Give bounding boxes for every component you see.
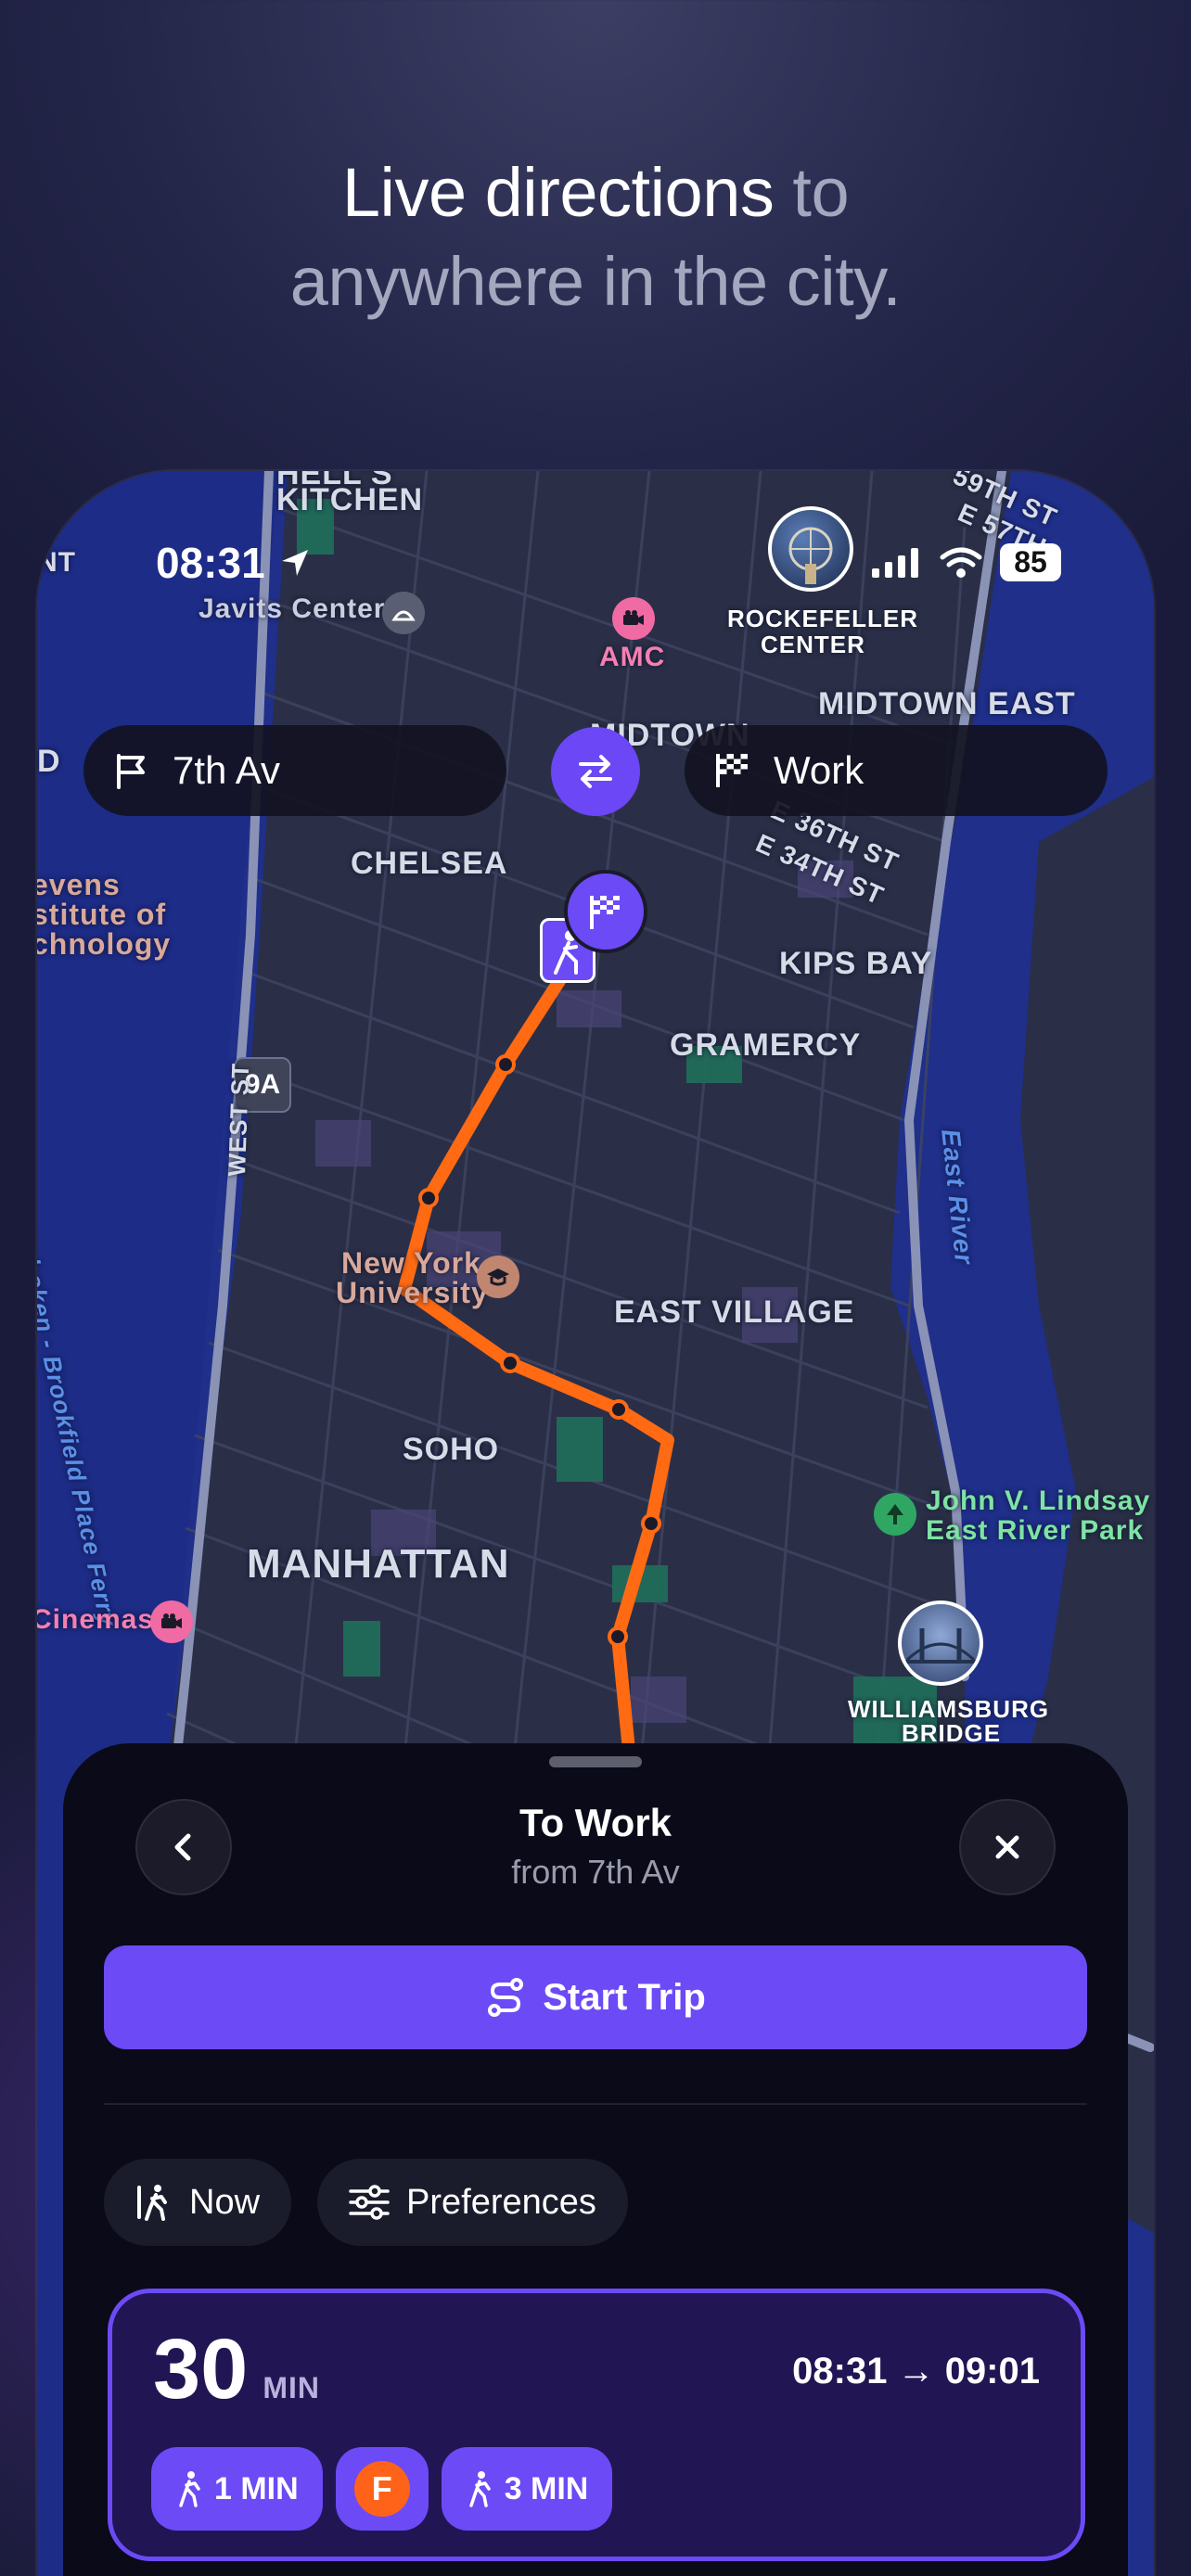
williamsburg-bridge-icon [898,1600,983,1686]
duration-unit: MIN [263,2371,320,2404]
walk-leg-label: 1 MIN [214,2470,299,2506]
map-label-amc: AMC [599,642,666,672]
checkered-flag-icon [716,754,748,787]
close-icon [995,1835,1019,1859]
location-arrow-icon [281,550,308,576]
map-label-stevens: chnology [37,927,172,961]
route-sheet: To Work from 7th Av Start Trip Now Prefe… [63,1743,1128,2576]
clock: 08:31 [156,539,265,587]
start-trip-button[interactable]: Start Trip [104,1945,1087,2049]
preferences-chip[interactable]: Preferences [317,2159,628,2246]
walk-leg-label: 3 MIN [504,2470,589,2506]
map-label-chelsea: CHELSEA [351,846,508,881]
route-legs: 1 MIN F 3 MIN [151,2447,613,2531]
preferences-label: Preferences [406,2182,596,2222]
departure-time-chip[interactable]: Now [104,2159,292,2246]
route-option-card[interactable]: 30 MIN 08:31 → 09:01 1 MIN F 3 MIN [108,2289,1085,2561]
map-label-west-st: WEST ST [223,1062,255,1178]
map-label-gramercy: GRAMERCY [670,1027,862,1063]
departure-time-label: Now [189,2182,261,2222]
map-label: NT [37,547,76,578]
status-icons: 85 [870,543,1061,581]
battery-icon: 85 [1000,543,1061,581]
destination-flag-marker[interactable] [564,870,647,953]
walking-time-icon [137,2185,167,2221]
train-leg: F [335,2447,429,2531]
map-label-rockefeller: ROCKEFELLER [727,605,918,632]
origin-field[interactable]: 7th Av [83,725,506,816]
swap-arrows-icon [579,755,612,788]
wifi-icon [940,547,982,578]
headline-strong: Live directions [341,154,775,231]
rockefeller-icon [768,506,853,592]
walking-icon [468,2471,491,2507]
walk-leg: 3 MIN [441,2447,613,2531]
map-label-park: John V. Lindsay [926,1486,1151,1516]
route-icon [488,1978,524,2017]
map-label: KITCHEN [276,482,424,517]
origin-label: 7th Av [173,748,280,792]
map-label-midtown-east: MIDTOWN EAST [818,686,1076,721]
destination-field[interactable]: Work [685,725,1108,816]
route-duration: 30 MIN [153,2321,320,2418]
map-label-rockefeller: CENTER [761,631,865,658]
map-label-javits: Javits Center [198,593,386,624]
park-icon [874,1493,916,1536]
map-label-kips-bay: KIPS BAY [779,946,933,981]
sliders-icon [349,2185,390,2220]
close-button[interactable] [959,1799,1056,1895]
map-label-cinemas: Cinemas [37,1604,155,1635]
headline-soft: to [774,154,850,231]
graduation-cap-icon [477,1256,519,1298]
duration-value: 30 [153,2322,249,2417]
javits-icon [382,592,425,634]
walk-leg: 1 MIN [151,2447,323,2531]
start-trip-label: Start Trip [543,1976,706,2018]
cinema-icon [150,1600,193,1643]
walking-icon [179,2471,200,2507]
sheet-grabber[interactable] [549,1756,642,1767]
checkered-flag-icon [590,896,620,929]
map-label-nyu: University [336,1276,489,1309]
map-label: D [37,744,61,779]
headline-line2: anywhere in the city. [289,243,902,320]
map-label-park: East River Park [926,1515,1145,1546]
headline: Live directions to anywhere in the city. [0,148,1191,326]
cinema-icon [612,597,655,640]
destination-label: Work [774,748,864,792]
flag-icon [117,754,145,789]
f-train-badge: F [353,2461,410,2517]
signal-icon [872,547,918,578]
map-label-soho: SOHO [403,1432,500,1467]
swap-button[interactable] [551,727,640,816]
map-label-east-village: EAST VILLAGE [614,1294,855,1330]
divider [104,2103,1087,2105]
status-time: 08:31 [156,538,312,588]
time-range: 08:31 → 09:01 [792,2351,1040,2391]
map-label-manhattan: MANHATTAN [247,1541,510,1587]
